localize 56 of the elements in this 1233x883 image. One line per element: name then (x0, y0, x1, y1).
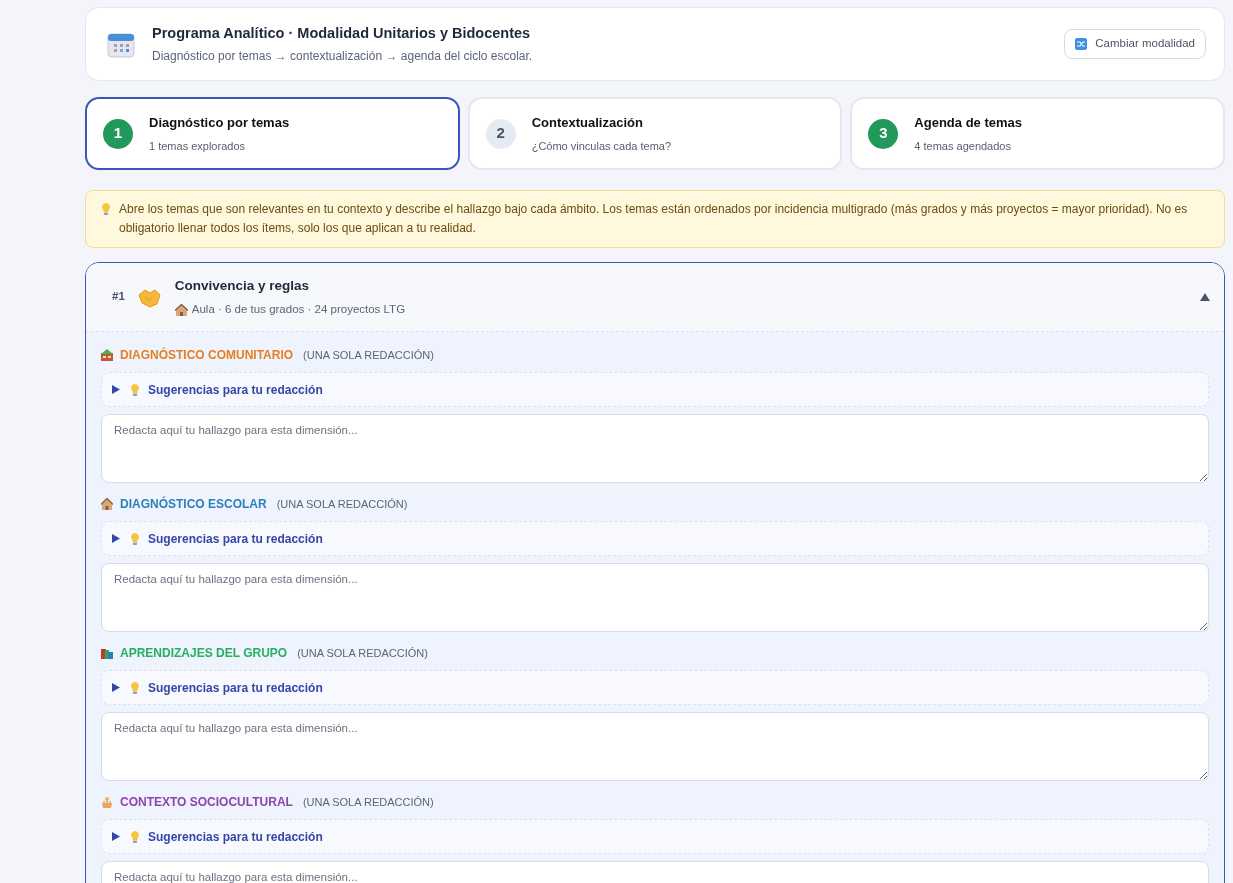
house-icon (174, 303, 188, 316)
change-mode-button[interactable]: Cambiar modalidad (1064, 29, 1206, 59)
suggestions-toggle[interactable]: Sugerencias para tu redacción (101, 521, 1209, 556)
expand-caret-icon (112, 832, 120, 841)
dimension-title: DIAGNÓSTICO ESCOLAR (120, 495, 267, 513)
page-title: Programa Analítico · Modalidad Unitarios y Bidocentes (152, 23, 532, 43)
houses-icon (101, 349, 113, 361)
cake-icon (101, 796, 113, 808)
house-icon (101, 498, 113, 510)
finding-field[interactable]: Redacta aquí tu hallazgo para esta dimensión... (101, 414, 1209, 483)
dimension-title: APRENDIZAJES DEL GRUPO (120, 645, 288, 662)
finding-field[interactable]: Redacta aquí tu hallazgo para esta dimensión... (101, 861, 1209, 883)
suggestions-text: Sugerencias para tu redacción (148, 828, 323, 846)
notice-text: Abre los temas que son relevantes en tu contexto y describe el hallazgo bajo cada ámbito. Los temas están ordenados por incidencia multigrado (más grados y más proyectos = mayor prioridad). No es obligatorio llenar todos los ítems, solo los que aplican a tu realidad. (119, 201, 1189, 237)
topic-title: Convivencia y reglas (174, 276, 311, 295)
dimension-note: (UNA SOLA REDACCIÓN) (302, 794, 434, 810)
dimension-title: CONTEXTO SOCIOCULTURAL (120, 794, 293, 811)
dimension-note: (UNA SOLA REDACCIÓN) (297, 645, 428, 661)
dimension-note: (UNA SOLA REDACCIÓN) (303, 347, 434, 363)
finding-field[interactable]: Redacta aquí tu hallazgo para esta dimensión... (101, 712, 1209, 781)
suggestions-toggle[interactable]: Sugerencias para tu redacción (101, 819, 1209, 854)
step-number: 2 (485, 118, 516, 149)
step-subtitle: 1 temas explorados (149, 139, 246, 154)
lightbulb-icon (129, 382, 141, 397)
lightbulb-icon (129, 829, 141, 844)
suggestions-toggle[interactable]: Sugerencias para tu redacción (101, 372, 1209, 407)
topic-meta: Aula · 6 de tus grados · 24 proyectos LTG (191, 302, 406, 317)
lightbulb-icon (100, 202, 112, 216)
suggestions-toggle[interactable]: Sugerencias para tu redacción (101, 670, 1209, 705)
suggestions-text: Sugerencias para tu redacción (148, 530, 323, 548)
step-card[interactable]: 3 Agenda de temas 4 temas agendados (850, 97, 1225, 170)
expand-caret-icon (112, 534, 120, 543)
suggestions-text: Sugerencias para tu redacción (148, 381, 323, 399)
dimension-title: DIAGNÓSTICO COMUNITARIO (120, 346, 294, 364)
finding-field[interactable]: Redacta aquí tu hallazgo para esta dimensión... (101, 563, 1209, 632)
dimension-note: (UNA SOLA REDACCIÓN) (276, 496, 408, 512)
lightbulb-icon (129, 531, 141, 546)
step-subtitle: 4 temas agendados (914, 139, 1012, 154)
step-number: 3 (868, 118, 899, 149)
page-subtitle: Diagnóstico por temas → contextualización → agenda del ciclo escolar. (152, 48, 534, 66)
step-title: Contextualización (531, 113, 644, 132)
step-title: Agenda de temas (914, 113, 1022, 132)
topic-rank: #1 (112, 289, 125, 305)
expand-caret-icon (112, 683, 120, 692)
topic-header[interactable]: #1 Convivencia y reglas Aula · 6 de tus grados · 24 proyectos LTG (86, 263, 1224, 332)
books-icon (101, 647, 113, 659)
suggestions-text: Sugerencias para tu redacción (148, 679, 323, 697)
step-card[interactable]: 2 Contextualización ¿Cómo vinculas cada tema? (467, 97, 843, 170)
step-card[interactable]: 1 Diagnóstico por temas 1 temas explorados (85, 97, 460, 170)
step-title: Diagnóstico por temas (149, 113, 290, 132)
step-subtitle: ¿Cómo vinculas cada tema? (531, 139, 672, 154)
shuffle-icon (1075, 38, 1088, 50)
lightbulb-icon (129, 680, 141, 695)
step-number: 1 (103, 118, 133, 149)
expand-caret-icon (112, 385, 120, 394)
collapse-caret-icon (1200, 293, 1210, 301)
